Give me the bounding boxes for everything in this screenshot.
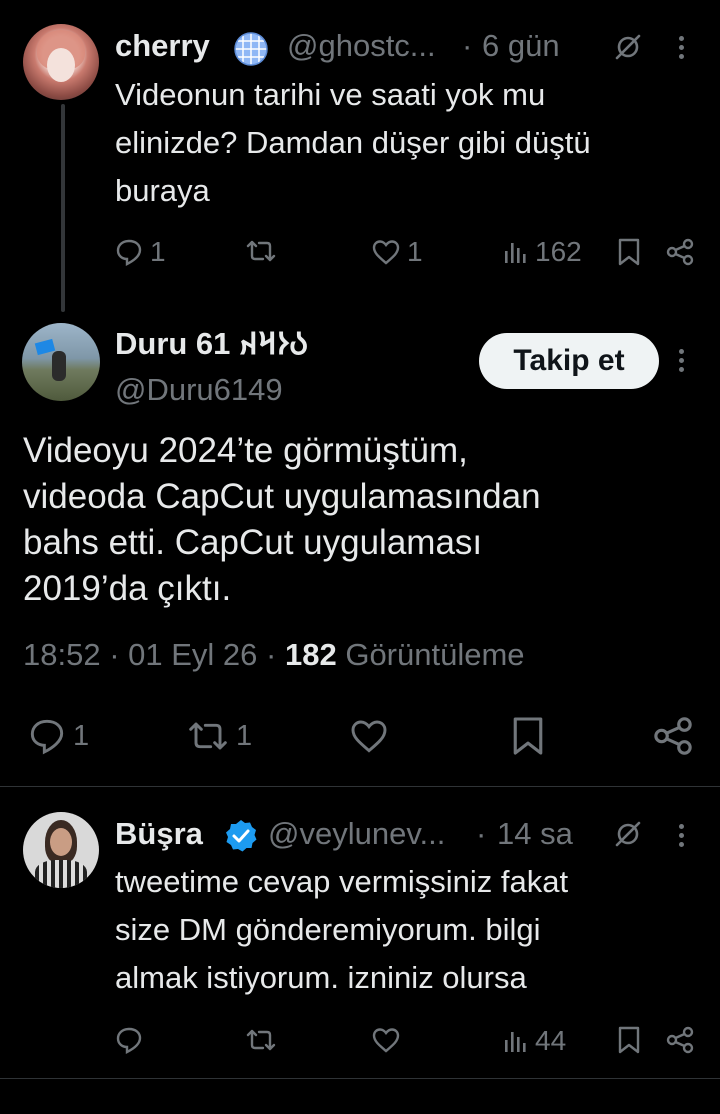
separator: · — [476, 816, 487, 851]
grok-icon[interactable] — [613, 819, 643, 854]
bookmark-icon[interactable] — [617, 1026, 641, 1059]
repost-button[interactable] — [245, 236, 277, 266]
repost-icon — [186, 716, 230, 756]
views-count: 44 — [535, 1025, 567, 1056]
analytics-icon — [503, 237, 529, 267]
repost-button[interactable] — [245, 1025, 277, 1060]
repost-icon — [245, 236, 277, 266]
reply-count: 1 — [150, 236, 166, 267]
divider — [0, 786, 720, 787]
views-count: 182 — [284, 637, 337, 672]
heart-icon — [371, 237, 401, 267]
views-count: 162 — [535, 236, 582, 267]
share-icon[interactable] — [666, 238, 694, 271]
more-options-icon[interactable] — [677, 349, 685, 372]
comment-icon — [27, 716, 67, 756]
tweet-text: Videoyu 2024’te görmüştüm, videoda CapCu… — [23, 431, 541, 608]
views-label: Görüntüleme — [345, 637, 525, 672]
avatar[interactable] — [23, 24, 99, 100]
grok-icon[interactable] — [613, 32, 643, 67]
author-handle[interactable]: @veylunev... — [268, 816, 445, 852]
follow-button[interactable]: Takip et — [479, 333, 659, 389]
author-name[interactable]: cherry — [115, 28, 210, 64]
separator: · — [257, 637, 285, 672]
reply-text: tweetime cevap vermişsiniz fakat size DM… — [115, 864, 569, 995]
analytics-icon — [503, 1026, 529, 1056]
reply-text: Videonun tarihi ve saati yok mu elinizde… — [115, 77, 591, 208]
tweet-date[interactable]: 01 Eyl 26 — [128, 637, 257, 672]
disco-ball-icon — [233, 31, 269, 72]
avatar[interactable] — [23, 812, 99, 888]
author-name[interactable]: Büşra — [115, 816, 203, 852]
timestamp[interactable]: 14 sa — [497, 816, 573, 852]
tweet-time[interactable]: 18:52 — [23, 637, 101, 672]
author-handle[interactable]: @Duru6149 — [115, 372, 283, 408]
share-icon[interactable] — [653, 716, 693, 761]
like-count: 1 — [407, 236, 423, 267]
reply-button[interactable]: 1 — [114, 236, 166, 268]
reply-count: 1 — [73, 719, 90, 752]
repost-icon — [246, 1029, 276, 1051]
more-options-icon[interactable] — [677, 824, 685, 847]
heart-icon — [351, 720, 387, 753]
repost-count: 1 — [236, 719, 253, 752]
separator: · — [100, 637, 129, 672]
reply-button[interactable]: 1 — [27, 716, 89, 756]
comment-icon — [116, 1027, 142, 1054]
views-button[interactable]: 162 — [503, 236, 582, 268]
heart-icon — [372, 1028, 400, 1053]
comment-icon — [114, 237, 144, 267]
bookmark-icon[interactable] — [617, 238, 641, 271]
separator: · — [462, 28, 473, 63]
views-button[interactable]: 44 — [503, 1025, 566, 1057]
avatar[interactable] — [22, 323, 100, 401]
divider — [0, 1078, 720, 1079]
timestamp[interactable]: 6 gün — [482, 28, 560, 64]
like-button[interactable] — [348, 716, 390, 761]
repost-button[interactable]: 1 — [186, 716, 252, 756]
more-options-icon[interactable] — [677, 36, 685, 59]
author-handle[interactable]: @ghostc... — [287, 28, 436, 64]
thread-line — [61, 104, 65, 312]
tweet-metadata: 18:52 · 01 Eyl 26 · 182 Görüntüleme — [23, 637, 525, 673]
share-icon[interactable] — [666, 1026, 694, 1059]
like-button[interactable]: 1 — [371, 236, 423, 268]
verified-badge-icon — [223, 818, 259, 859]
like-button[interactable] — [371, 1025, 401, 1060]
bookmark-icon[interactable] — [511, 716, 545, 761]
author-name[interactable]: Duru 61 𐰉𐰆𐰺𐰴 — [115, 322, 308, 364]
reply-button[interactable] — [114, 1025, 144, 1060]
